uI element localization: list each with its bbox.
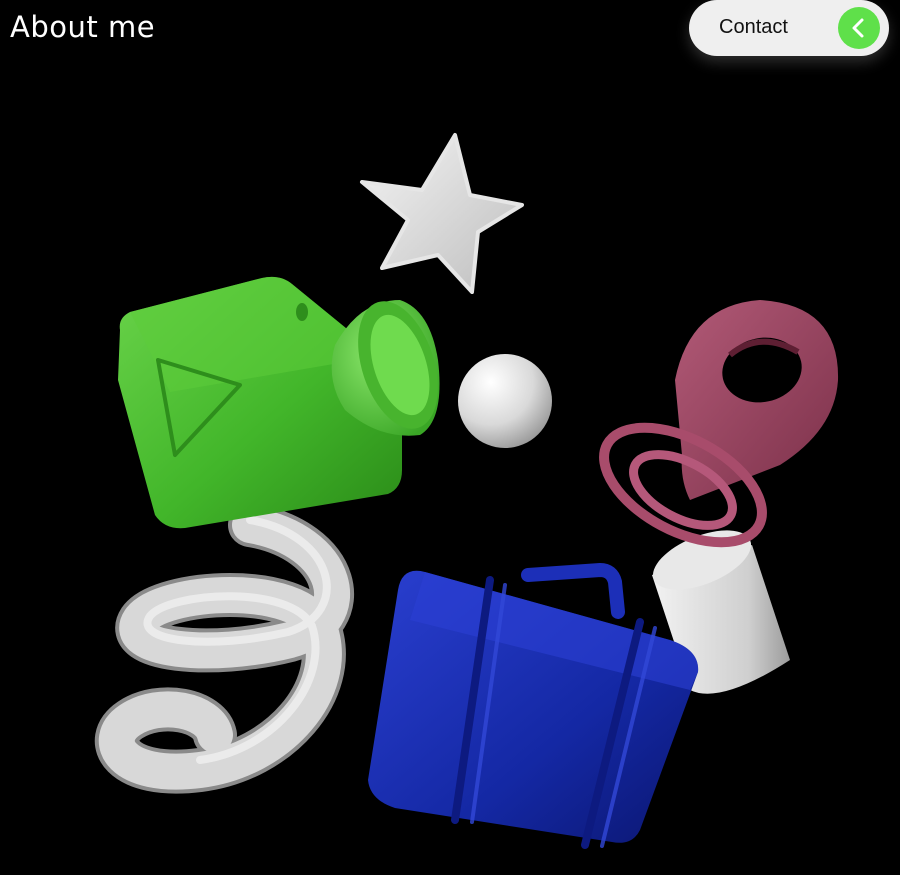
video-camera-shape (118, 276, 440, 529)
spring-coil-shape (94, 503, 354, 794)
hero-illustration (94, 133, 839, 849)
sphere-shape (458, 354, 552, 448)
briefcase-shape (368, 562, 699, 849)
star-shape (360, 133, 524, 294)
